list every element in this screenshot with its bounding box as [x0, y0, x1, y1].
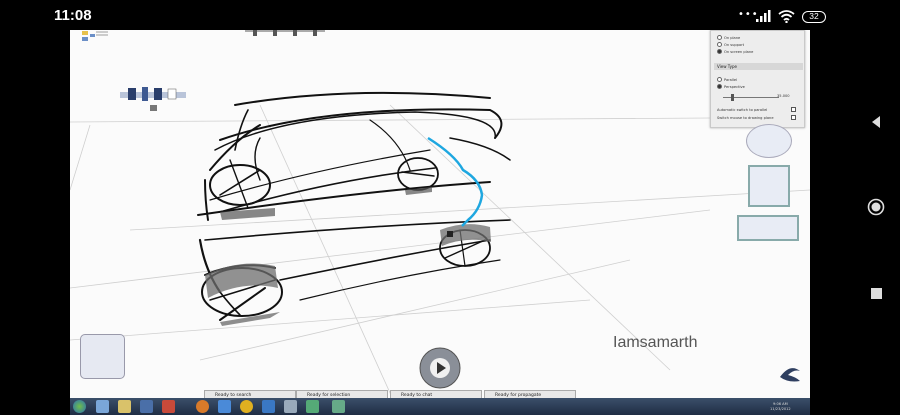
view-widget-sphere[interactable] — [746, 124, 792, 158]
drawing-options-panel: On plane On support On screen plane View… — [710, 30, 805, 128]
watermark-text: Iamsamarth — [613, 334, 698, 351]
play-wheel-icon[interactable] — [418, 346, 462, 390]
option-parallel[interactable]: Parallel — [717, 77, 737, 82]
catia-taskbar-icon[interactable] — [284, 400, 297, 413]
catia-logo-icon — [780, 368, 800, 382]
radio-on-support[interactable] — [717, 42, 722, 47]
system-clock[interactable]: 9:06 AM 11/23/2012 — [770, 402, 791, 411]
option-on-support[interactable]: On support — [717, 42, 744, 47]
firefox-icon[interactable] — [196, 400, 209, 413]
radio-on-screen-plane[interactable] — [717, 49, 722, 54]
radio-on-plane[interactable] — [717, 35, 722, 40]
start-button[interactable] — [73, 400, 86, 413]
checkbox-auto-parallel[interactable] — [791, 107, 796, 112]
toolbar-strip[interactable] — [245, 30, 325, 38]
view-type-header[interactable]: View Type — [714, 63, 803, 70]
option-perspective[interactable]: Perspective — [717, 84, 745, 89]
app-red-icon[interactable] — [162, 400, 175, 413]
checkbox-switch-mouse[interactable] — [791, 115, 796, 120]
back-icon — [872, 116, 880, 128]
app-blue-icon[interactable] — [218, 400, 231, 413]
home-icon — [867, 198, 885, 216]
check-auto-parallel[interactable]: Automatic switch to parallel — [717, 108, 767, 112]
recents-icon — [870, 287, 882, 299]
battery-icon: 32 — [802, 11, 826, 23]
spec-tree-icon — [82, 31, 108, 41]
radio-perspective[interactable] — [717, 84, 722, 89]
taskbar-app-icon[interactable] — [96, 400, 109, 413]
wifi-icon — [778, 10, 795, 23]
windows-taskbar — [70, 398, 810, 415]
media-icon[interactable] — [140, 400, 153, 413]
recents-button[interactable] — [867, 284, 885, 302]
signal-icon — [756, 10, 771, 22]
status-time: 11:08 — [54, 7, 92, 24]
view-widget-plane[interactable] — [737, 215, 799, 241]
chrome-icon[interactable] — [240, 400, 253, 413]
check-switch-mouse[interactable]: Switch mouse to drawing plane — [717, 116, 774, 120]
phone-screen: 11:08 ••• 32 On plane On support On scre… — [0, 0, 900, 415]
home-button[interactable] — [867, 198, 885, 216]
slider-thumb[interactable] — [731, 94, 734, 101]
video-frame[interactable]: On plane On support On screen plane View… — [70, 30, 810, 415]
back-button[interactable] — [867, 113, 885, 131]
radio-parallel[interactable] — [717, 77, 722, 82]
compass-widget[interactable] — [80, 334, 125, 379]
angle-value[interactable]: 35.000 — [777, 94, 790, 98]
navigation-bar — [850, 0, 900, 415]
folder-icon[interactable] — [118, 400, 131, 413]
selection-handle — [447, 231, 453, 237]
word-icon[interactable] — [262, 400, 275, 413]
app-icon[interactable] — [332, 400, 345, 413]
option-on-plane[interactable]: On plane — [717, 35, 740, 40]
status-bar: 11:08 ••• 32 — [0, 0, 850, 30]
option-on-screen-plane[interactable]: On screen plane — [717, 49, 753, 54]
navigation-widget[interactable] — [120, 86, 186, 112]
app-green-icon[interactable] — [306, 400, 319, 413]
view-widget-square[interactable] — [748, 165, 790, 207]
